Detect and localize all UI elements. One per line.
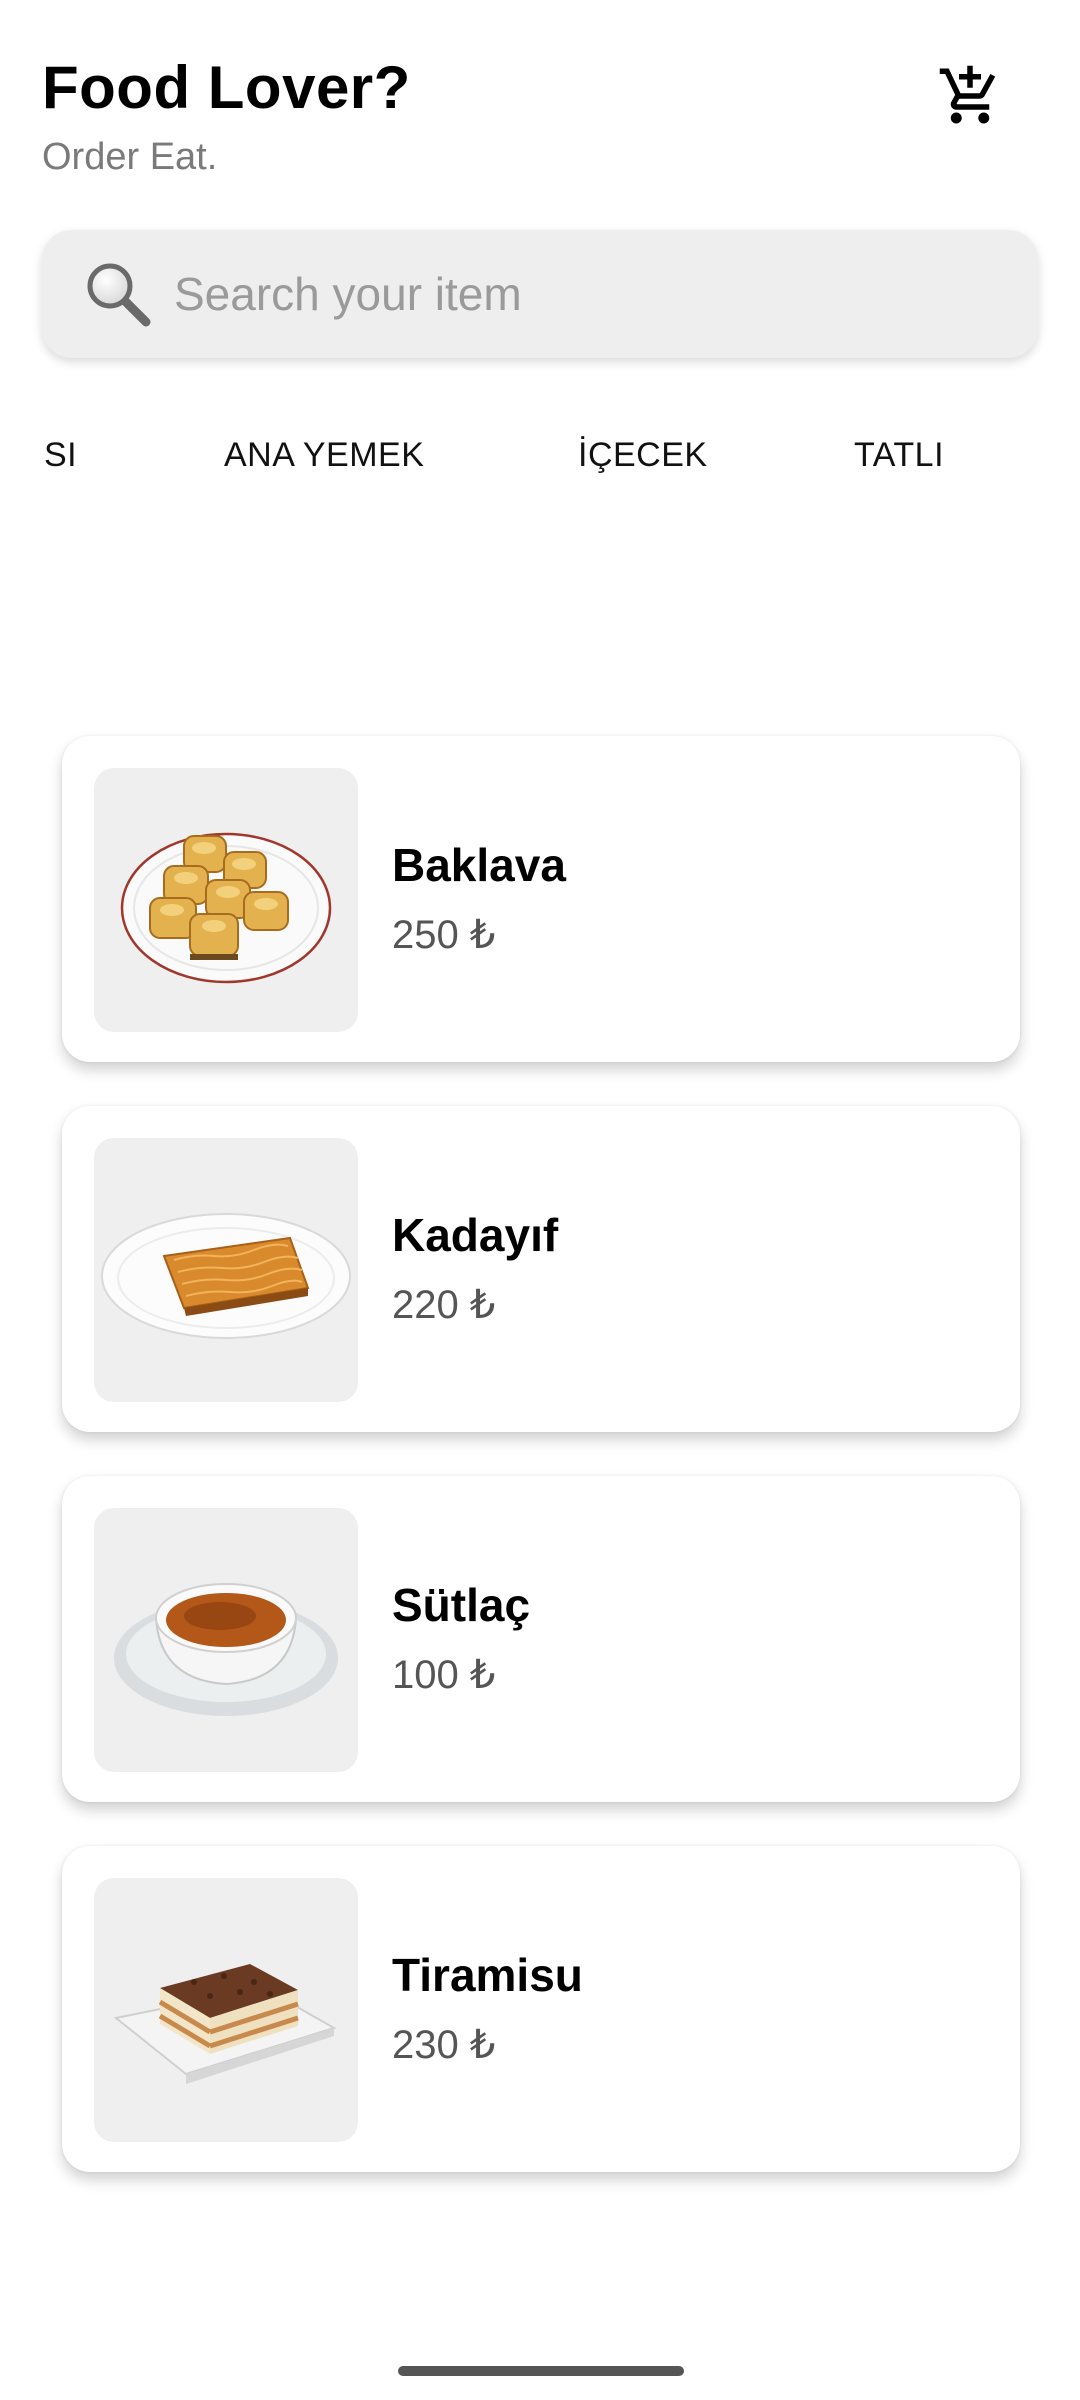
add-shopping-cart-icon	[939, 65, 996, 124]
search-bar[interactable]	[42, 230, 1038, 358]
product-name: Tiramisu	[392, 1949, 583, 2001]
product-name: Sütlaç	[392, 1579, 531, 1631]
product-price: 250 ₺	[392, 913, 496, 957]
product-price: 220 ₺	[392, 1283, 496, 1327]
category-tabs: SI ANA YEMEK İÇECEK TATLI	[0, 420, 1080, 490]
product-list: Baklava 250 ₺ Kadayıf 220 ₺ Sütlaç 100 ₺…	[62, 736, 1020, 2216]
tab-category-icecek[interactable]: İÇECEK	[578, 420, 708, 490]
product-name: Kadayıf	[392, 1209, 559, 1261]
home-indicator[interactable]	[398, 2366, 684, 2376]
page-subtitle: Order Eat.	[42, 136, 218, 178]
product-price: 230 ₺	[392, 2023, 496, 2067]
cart-button[interactable]	[930, 56, 1010, 136]
product-image-tiramisu	[94, 1878, 358, 2142]
page-title: Food Lover?	[42, 54, 411, 121]
tab-category-si[interactable]: SI	[44, 420, 77, 490]
search-input[interactable]	[172, 266, 996, 322]
product-card-kadayif[interactable]: Kadayıf 220 ₺	[62, 1106, 1020, 1432]
product-price: 100 ₺	[392, 1653, 496, 1697]
product-name: Baklava	[392, 839, 566, 891]
product-image-baklava	[94, 768, 358, 1032]
tab-category-ana-yemek[interactable]: ANA YEMEK	[224, 420, 424, 490]
product-card-tiramisu[interactable]: Tiramisu 230 ₺	[62, 1846, 1020, 2172]
search-icon	[87, 263, 151, 327]
product-image-sutlac	[94, 1508, 358, 1772]
tab-category-tatli[interactable]: TATLI	[854, 420, 944, 490]
app-header: Food Lover? Order Eat.	[42, 48, 1038, 182]
product-image-kadayif	[94, 1138, 358, 1402]
product-card-sutlac[interactable]: Sütlaç 100 ₺	[62, 1476, 1020, 1802]
product-card-baklava[interactable]: Baklava 250 ₺	[62, 736, 1020, 1062]
